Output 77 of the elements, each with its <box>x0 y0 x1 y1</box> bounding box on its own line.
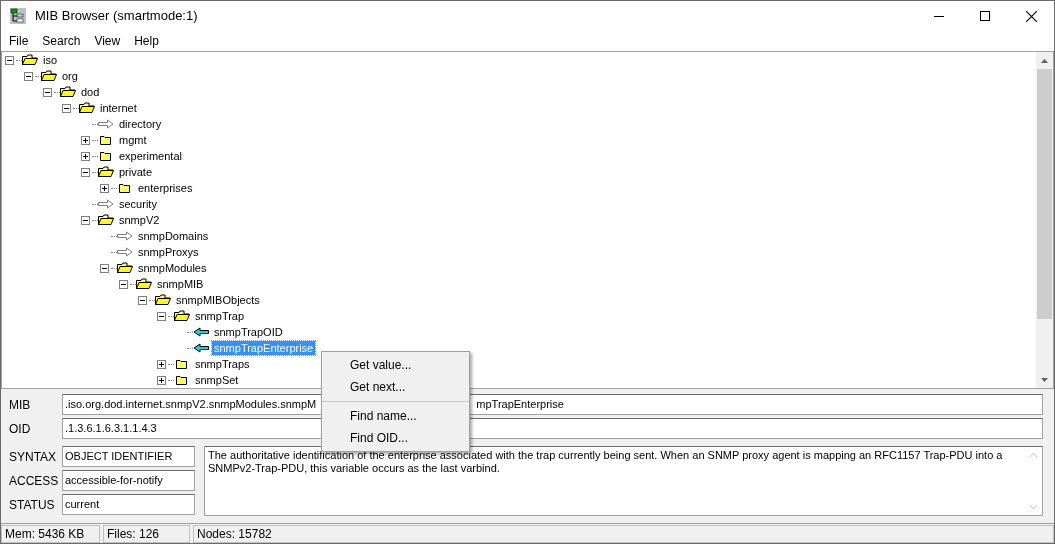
open-folder-icon <box>41 69 57 83</box>
field-label: MIB <box>8 396 32 414</box>
folder-icon <box>174 357 190 371</box>
open-folder-icon <box>98 165 114 179</box>
status-pane: Files: 126 <box>103 525 190 543</box>
app-icon <box>10 8 26 24</box>
expand-toggle-icon[interactable] <box>157 375 166 385</box>
collapse-toggle-icon[interactable] <box>43 87 52 97</box>
tree-item[interactable]: snmpProxys <box>136 245 201 259</box>
tree-item[interactable]: snmpDomains <box>136 229 211 243</box>
open-folder-icon <box>79 101 95 115</box>
window-title: MIB Browser (smartmode:1) <box>35 7 198 26</box>
tree-item[interactable]: snmpModules <box>136 261 209 275</box>
description-text: The authoritative identification of the enterprise associated with the trap currently being sent. When an SNMP proxy agent is mapping an RFC1157 Trap-PDU into a SNMPv2-Trap-PDU, this variable occurs as the last varbind. <box>207 448 1004 476</box>
tree-item[interactable]: security <box>117 197 159 211</box>
tree-item[interactable]: snmpTrapOID <box>212 325 285 339</box>
arrow-icon <box>193 325 209 339</box>
tree-item[interactable]: mgmt <box>117 133 149 147</box>
folder-icon <box>174 373 190 387</box>
tree-item[interactable]: experimental <box>117 149 184 163</box>
open-folder-icon <box>98 213 114 227</box>
menu-item[interactable]: Search <box>35 31 88 51</box>
tree-item[interactable]: snmpTraps <box>193 357 252 371</box>
folder-icon <box>117 181 133 195</box>
open-folder-icon <box>136 277 152 291</box>
field-label: OID <box>8 420 32 438</box>
field-label: ACCESS <box>8 472 60 490</box>
close-icon <box>1025 10 1037 22</box>
folder-icon <box>98 133 114 147</box>
vertical-scrollbar[interactable] <box>1036 52 1053 388</box>
open-folder-icon <box>117 261 133 275</box>
status-pane: Mem: 5436 KB <box>1 525 100 543</box>
status-pane: Nodes: 15782 <box>193 525 1054 543</box>
collapse-toggle-icon[interactable] <box>5 55 14 65</box>
open-folder-icon <box>60 85 76 99</box>
maximize-icon <box>980 11 990 21</box>
menu-item[interactable]: File <box>2 31 36 51</box>
tree-item[interactable]: internet <box>98 101 139 115</box>
tree-item[interactable]: snmpV2 <box>117 213 162 227</box>
collapse-toggle-icon[interactable] <box>81 215 90 225</box>
collapse-toggle-icon[interactable] <box>24 71 33 81</box>
tree-item[interactable]: dod <box>79 85 102 99</box>
expand-toggle-icon[interactable] <box>100 183 109 193</box>
collapse-toggle-icon[interactable] <box>119 279 128 289</box>
open-folder-icon <box>22 53 38 67</box>
scroll-up-icon[interactable] <box>1041 58 1048 63</box>
value-field[interactable]: OBJECT IDENTIFIER <box>62 446 195 467</box>
collapse-toggle-icon[interactable] <box>138 295 147 305</box>
arrow-icon <box>193 341 209 355</box>
tree-item[interactable]: enterprises <box>136 181 195 195</box>
menu-item[interactable]: Get value... <box>322 354 469 376</box>
tree-item[interactable]: private <box>117 165 155 179</box>
collapse-toggle-icon[interactable] <box>157 311 166 321</box>
menu-item[interactable]: View <box>87 31 128 51</box>
expand-toggle-icon[interactable] <box>81 135 90 145</box>
collapse-toggle-icon[interactable] <box>81 167 90 177</box>
tree-item[interactable]: snmpTrap <box>193 309 247 323</box>
menu-item[interactable]: Help <box>127 31 166 51</box>
folder-icon <box>98 149 114 163</box>
value-field[interactable]: current <box>62 494 195 515</box>
field-label: SYNTAX <box>8 448 58 466</box>
value-field[interactable]: accessible-for-notify <box>62 470 195 491</box>
menu-item[interactable]: Get next... <box>322 376 469 402</box>
field-label: STATUS <box>8 496 56 514</box>
tree-item[interactable]: snmpMIB <box>155 277 206 291</box>
tree-item[interactable]: org <box>60 69 80 83</box>
collapse-toggle-icon[interactable] <box>62 103 71 113</box>
tree-item[interactable]: iso <box>41 53 60 67</box>
tree-item[interactable]: directory <box>117 117 164 131</box>
expand-toggle-icon[interactable] <box>81 151 90 161</box>
tree-item[interactable]: snmpSet <box>193 373 241 387</box>
open-folder-icon <box>174 309 190 323</box>
scroll-down-icon[interactable] <box>1041 377 1048 382</box>
open-folder-icon <box>155 293 171 307</box>
tree-item[interactable]: snmpMIBObjects <box>174 293 262 307</box>
expand-toggle-icon[interactable] <box>157 359 166 369</box>
collapse-toggle-icon[interactable] <box>100 263 109 273</box>
